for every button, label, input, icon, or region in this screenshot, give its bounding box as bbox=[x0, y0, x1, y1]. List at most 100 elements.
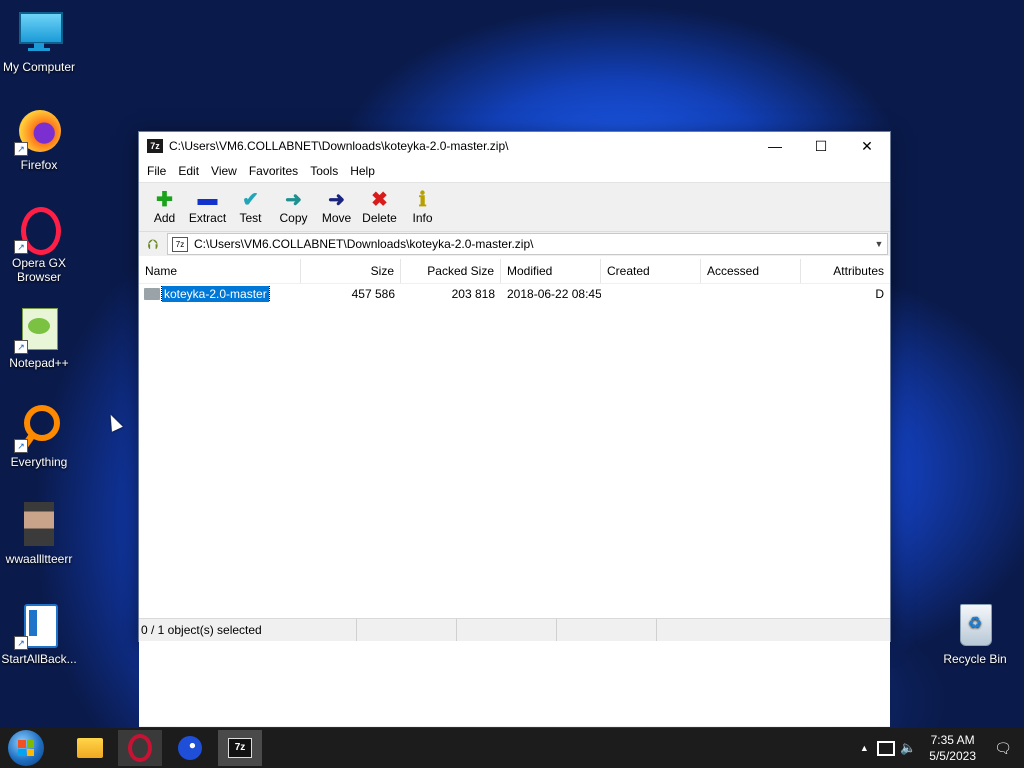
cell-modified: 2018-06-22 08:45 bbox=[507, 287, 601, 301]
up-folder-icon[interactable]: ⮉ bbox=[139, 236, 167, 253]
window-title: C:\Users\VM6.COLLABNET\Downloads\koteyka… bbox=[169, 139, 509, 153]
menu-bar: File Edit View Favorites Tools Help bbox=[139, 160, 890, 182]
desktop-icon-firefox[interactable]: ↗ Firefox bbox=[0, 108, 78, 172]
desktop-icon-label: Firefox bbox=[20, 158, 58, 172]
status-segment bbox=[457, 619, 557, 641]
clock[interactable]: 7:35 AM 5/5/2023 bbox=[929, 732, 976, 764]
plus-icon: ✚ bbox=[156, 188, 173, 211]
sonic-icon bbox=[178, 736, 202, 760]
taskbar-file-explorer[interactable] bbox=[68, 730, 112, 766]
status-selection: 0 / 1 object(s) selected bbox=[139, 619, 357, 641]
desktop-icon-label: Opera GX Browser bbox=[11, 256, 67, 284]
folder-icon bbox=[144, 288, 160, 300]
menu-favorites[interactable]: Favorites bbox=[243, 164, 304, 178]
chevron-up-icon[interactable]: ▲ bbox=[853, 743, 875, 753]
notification-icon[interactable]: 🗨 bbox=[990, 740, 1016, 757]
mouse-pointer-icon bbox=[105, 412, 123, 432]
chevron-down-icon[interactable]: ▼ bbox=[871, 239, 887, 249]
copy-arrow-icon: ➜ bbox=[285, 188, 302, 211]
desktop-icon-label: wwaallltteerr bbox=[5, 552, 73, 566]
shortcut-arrow-icon: ↗ bbox=[14, 439, 28, 453]
close-button[interactable]: ✕ bbox=[844, 132, 890, 160]
desktop-icon-startallback[interactable]: ↗ StartAllBack... bbox=[0, 602, 78, 666]
column-header-packed-size[interactable]: Packed Size bbox=[401, 259, 501, 283]
desktop-icon-everything[interactable]: ↗ Everything bbox=[0, 405, 78, 469]
title-bar[interactable]: 7z C:\Users\VM6.COLLABNET\Downloads\kote… bbox=[139, 132, 890, 160]
clock-time: 7:35 AM bbox=[930, 733, 975, 747]
address-bar: ⮉ 7z C:\Users\VM6.COLLABNET\Downloads\ko… bbox=[139, 231, 890, 256]
menu-file[interactable]: File bbox=[141, 164, 172, 178]
zip-file-icon: 7z bbox=[172, 236, 188, 252]
cell-packed-size: 203 818 bbox=[451, 287, 495, 301]
shortcut-arrow-icon: ↗ bbox=[14, 142, 28, 156]
move-arrow-icon: ➜ bbox=[328, 188, 345, 211]
delete-x-icon: ✖ bbox=[371, 188, 388, 211]
notepad-plus-plus-icon: ↗ bbox=[14, 306, 62, 354]
column-header-created[interactable]: Created bbox=[601, 259, 701, 283]
column-header-size[interactable]: Size bbox=[301, 259, 401, 283]
7zip-app-icon: 7z bbox=[228, 738, 252, 758]
move-button[interactable]: ➜ Move bbox=[315, 183, 358, 226]
cell-name: koteyka-2.0-master bbox=[139, 286, 301, 302]
monitor-icon bbox=[16, 10, 63, 56]
column-headers: Name Size Packed Size Modified Created A… bbox=[139, 259, 890, 284]
test-button[interactable]: ✔ Test bbox=[229, 183, 272, 226]
portrait-image-icon bbox=[16, 502, 62, 548]
menu-help[interactable]: Help bbox=[344, 164, 381, 178]
maximize-button[interactable]: ☐ bbox=[798, 132, 844, 160]
cell-attributes: D bbox=[875, 287, 884, 301]
menu-view[interactable]: View bbox=[205, 164, 243, 178]
tool-label: Copy bbox=[279, 211, 308, 225]
table-row[interactable]: koteyka-2.0-master 457 586 203 818 2018-… bbox=[139, 284, 890, 304]
desktop-icon-notepad-plus-plus[interactable]: ↗ Notepad++ bbox=[0, 306, 78, 370]
add-button[interactable]: ✚ Add bbox=[143, 183, 186, 226]
cell-size: 457 586 bbox=[351, 287, 395, 301]
desktop-icon-recycle-bin[interactable]: ♻ Recycle Bin bbox=[936, 602, 1014, 666]
opera-gx-icon: ↗ bbox=[14, 206, 62, 255]
taskbar-opera-gx[interactable] bbox=[118, 730, 162, 766]
archive-window: 7z C:\Users\VM6.COLLABNET\Downloads\kote… bbox=[138, 131, 891, 727]
tool-label: Extract bbox=[188, 211, 227, 225]
taskbar: 7z ▲ 🔈 7:35 AM 5/5/2023 🗨 bbox=[0, 728, 1024, 768]
taskbar-7zip[interactable]: 7z bbox=[218, 730, 262, 766]
menu-edit[interactable]: Edit bbox=[172, 164, 205, 178]
status-segment bbox=[357, 619, 457, 641]
startallback-icon: ↗ bbox=[14, 602, 62, 650]
taskbar-sonic-app[interactable] bbox=[168, 730, 212, 766]
everything-search-icon: ↗ bbox=[14, 405, 62, 453]
column-header-name[interactable]: Name bbox=[139, 259, 301, 283]
info-icon: ℹ bbox=[418, 188, 427, 211]
horizontal-scrollbar[interactable] bbox=[139, 726, 890, 727]
minus-icon: ▬ bbox=[197, 187, 218, 210]
folder-icon bbox=[77, 738, 103, 758]
network-icon[interactable] bbox=[875, 740, 897, 756]
file-list[interactable]: Name Size Packed Size Modified Created A… bbox=[139, 259, 890, 727]
shortcut-arrow-icon: ↗ bbox=[14, 340, 28, 354]
volume-icon[interactable]: 🔈 bbox=[897, 740, 919, 756]
column-header-accessed[interactable]: Accessed bbox=[701, 259, 801, 283]
system-tray: ▲ 🔈 7:35 AM 5/5/2023 🗨 bbox=[853, 728, 1024, 768]
desktop-icon-my-computer[interactable]: My Computer bbox=[0, 10, 78, 74]
desktop-icon-label: Notepad++ bbox=[9, 356, 69, 370]
menu-tools[interactable]: Tools bbox=[304, 164, 344, 178]
opera-gx-icon bbox=[128, 734, 152, 762]
status-segment bbox=[557, 619, 657, 641]
tool-label: Test bbox=[239, 211, 262, 225]
column-header-modified[interactable]: Modified bbox=[501, 259, 601, 283]
shortcut-arrow-icon: ↗ bbox=[14, 636, 28, 650]
start-button[interactable] bbox=[8, 730, 44, 766]
windows-logo-icon bbox=[18, 740, 34, 756]
address-combobox[interactable]: 7z C:\Users\VM6.COLLABNET\Downloads\kote… bbox=[167, 233, 888, 255]
extract-button[interactable]: ▬ Extract bbox=[186, 183, 229, 226]
desktop-icon-opera-gx[interactable]: ↗ Opera GX Browser bbox=[0, 206, 78, 284]
column-header-attributes[interactable]: Attributes bbox=[801, 259, 890, 283]
7zip-app-icon: 7z bbox=[147, 139, 163, 153]
address-input[interactable]: C:\Users\VM6.COLLABNET\Downloads\koteyka… bbox=[194, 237, 871, 251]
selected-name[interactable]: koteyka-2.0-master bbox=[161, 286, 270, 302]
minimize-button[interactable]: — bbox=[752, 132, 798, 160]
shortcut-arrow-icon: ↗ bbox=[14, 240, 28, 254]
info-button[interactable]: ℹ Info bbox=[401, 183, 444, 226]
desktop-icon-image-file[interactable]: wwaallltteerr bbox=[0, 502, 78, 566]
copy-button[interactable]: ➜ Copy bbox=[272, 183, 315, 226]
delete-button[interactable]: ✖ Delete bbox=[358, 183, 401, 226]
